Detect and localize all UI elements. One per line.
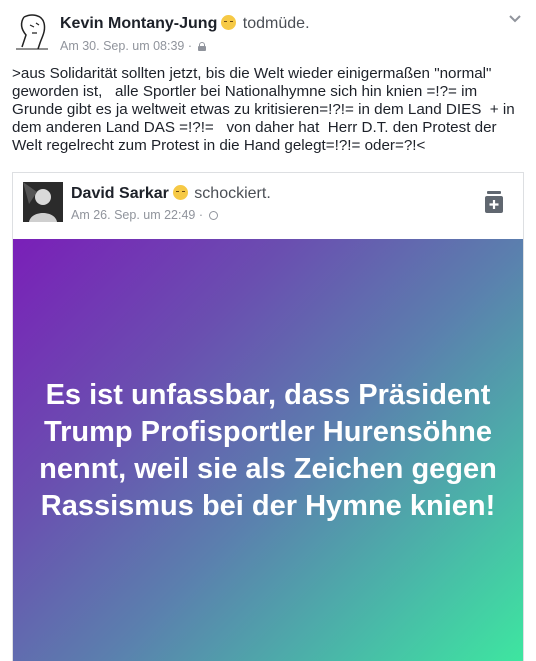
post-timestamp[interactable]: Am 30. Sep. um 08:39 · [60,39,192,53]
background-text-post: Es ist unfassbar, dass Präsident Trump P… [13,239,523,661]
shared-feeling-text: schockiert. [194,185,271,202]
sleepy-emoji-icon [221,15,237,30]
shared-author-line: David Sarkar schockiert. [71,185,271,203]
post-meta: Am 30. Sep. um 08:39 · [60,39,206,53]
shared-author-name[interactable]: David Sarkar [71,185,169,202]
shared-post-meta: Am 26. Sep. um 22:49 · [71,208,218,222]
globe-icon [208,211,218,220]
shared-post-timestamp[interactable]: Am 26. Sep. um 22:49 · [71,208,203,222]
post-header: Kevin Montany-Jung todmüde. Am 30. Sep. … [0,0,536,62]
author-name[interactable]: Kevin Montany-Jung [60,15,217,32]
shocked-emoji-icon [172,185,188,200]
chevron-down-icon[interactable] [508,12,522,26]
avatar[interactable] [12,11,52,51]
feeling-text: todmüde. [242,15,310,32]
shared-post-text: Es ist unfassbar, dass Präsident Trump P… [39,378,497,522]
author-line: Kevin Montany-Jung todmüde. [60,15,310,33]
avatar-sketch-icon [16,14,48,50]
shared-post: David Sarkar schockiert. Am 26. Sep. um … [12,172,524,661]
save-icon[interactable] [485,191,503,213]
lock-icon [197,42,206,51]
shared-avatar[interactable] [23,182,63,222]
shared-post-header: David Sarkar schockiert. Am 26. Sep. um … [13,173,523,239]
post-text: >aus Solidarität sollten jetzt, bis die … [12,65,519,154]
shared-avatar-photo-icon [23,182,63,222]
